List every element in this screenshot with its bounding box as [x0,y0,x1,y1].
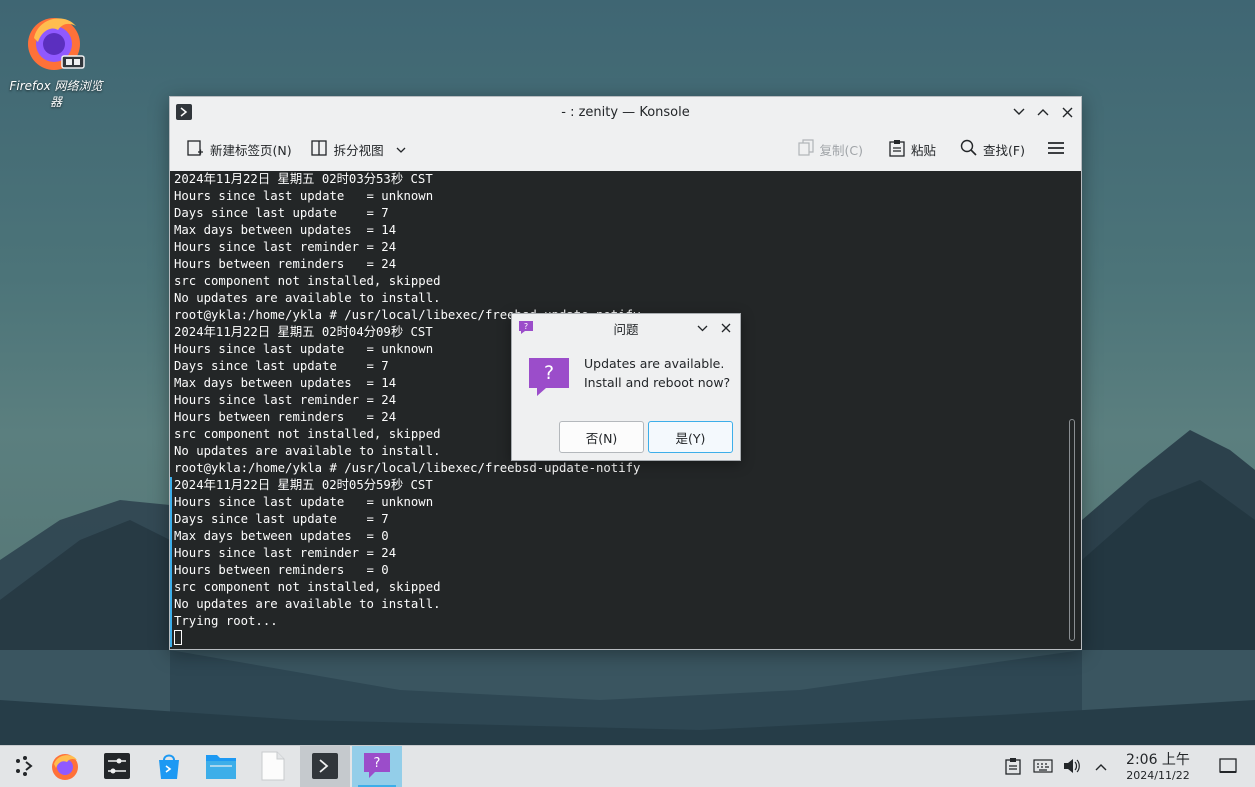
clock-time: 2:06 上午 [1126,752,1190,768]
hamburger-menu-button[interactable] [1041,134,1071,164]
taskbar: ? 2:06 上午 2024/11/22 [0,745,1255,787]
dialog-message-line1: Updates are available. [584,356,725,371]
terminal-line: Days since last update = 7 [174,512,389,526]
show-desktop-icon [1219,757,1237,777]
window-title: - : zenity — Konsole [561,104,690,120]
toolbar: 新建标签页(N) 拆分视图 复制(C) 粘贴 查找(F) [170,127,1081,171]
question-icon: ? [363,752,391,783]
folder-icon [205,752,237,783]
terminal-prompt-line [174,630,640,647]
new-tab-icon [186,139,204,160]
terminal-line: Hours since last update = unknown [174,189,434,203]
taskbar-firefox[interactable] [40,746,90,787]
terminal-line: src component not installed, skipped [174,580,441,594]
terminal-line: 2024年11月22日 星期五 02时05分59秒 CST [174,478,433,492]
firefox-icon [24,8,88,72]
keyboard-icon [1033,758,1053,776]
chevron-down-icon [396,142,406,157]
taskbar-text-editor[interactable] [248,746,298,787]
firefox-icon [50,751,80,784]
clipboard-tray-button[interactable] [1002,756,1024,778]
keyboard-layout-tray-button[interactable] [1032,756,1054,778]
dialog-title-bar[interactable]: ? 问题 [512,314,740,342]
dialog-close-button[interactable] [718,320,734,336]
terminal-icon [311,752,339,783]
terminal-line: Days since last update = 7 [174,206,389,220]
terminal-line: Hours between reminders = 0 [174,563,389,577]
minimize-button[interactable] [1010,103,1028,121]
question-dialog: ? 问题 ? Updates are available. Install an… [511,313,741,461]
text-cursor [174,630,182,645]
svg-text:?: ? [544,362,554,384]
terminal-line: No updates are available to install. [174,597,441,611]
split-view-icon [310,139,328,160]
terminal-line: Max days between updates = 0 [174,529,389,543]
taskbar-discover[interactable] [144,746,194,787]
title-bar[interactable]: - : zenity — Konsole [170,97,1081,127]
launcher-icon [12,753,38,782]
svg-text:?: ? [524,322,528,331]
selection-marker [170,477,172,647]
dialog-body: ? Updates are available. Install and reb… [512,342,740,412]
clipboard-icon [1005,757,1021,778]
desktop-icon-firefox[interactable]: Firefox 网络浏览器 [6,8,106,110]
paste-icon [889,139,905,160]
copy-button[interactable]: 复制(C) [792,134,869,164]
yes-button[interactable]: 是(Y) [648,421,733,453]
volume-icon [1063,758,1081,777]
dialog-message-line2: Install and reboot now? [584,375,731,390]
volume-tray-button[interactable] [1061,756,1083,778]
dialog-message: Updates are available. Install and reboo… [584,354,730,392]
new-tab-button[interactable]: 新建标签页(N) [180,134,298,164]
discover-icon [156,752,182,783]
svg-text:?: ? [374,756,381,771]
close-button[interactable] [1058,103,1076,121]
terminal-line: 2024年11月22日 星期五 02时03分53秒 CST [174,172,433,186]
search-icon [960,139,977,159]
chevron-up-icon [1095,760,1107,774]
question-icon-large: ? [528,356,570,398]
dialog-title: 问题 [613,321,639,337]
taskbar-konsole[interactable] [300,746,350,787]
terminal-line: root@ykla:/home/ykla # /usr/local/libexe… [174,461,641,475]
document-icon [261,751,285,784]
terminal-line: Max days between updates = 14 [174,223,397,237]
terminal-line: src component not installed, skipped [174,274,441,288]
question-icon: ? [518,320,534,335]
show-desktop-button[interactable] [1217,756,1239,778]
dialog-minimize-button[interactable] [694,320,710,336]
maximize-button[interactable] [1034,103,1052,121]
copy-icon [797,138,814,160]
tray-expand-button[interactable] [1090,756,1112,778]
find-button[interactable]: 查找(F) [954,134,1031,164]
digital-clock[interactable]: 2:06 上午 2024/11/22 [1118,752,1198,782]
no-button[interactable]: 否(N) [559,421,644,453]
desktop-icon-label: Firefox 网络浏览器 [9,79,103,109]
taskbar-dolphin[interactable] [196,746,246,787]
split-view-label: 拆分视图 [333,142,384,158]
konsole-icon [176,104,192,120]
terminal-scrollbar[interactable] [1069,419,1075,641]
clock-date: 2024/11/22 [1126,769,1190,782]
terminal-line: Trying root... [174,614,278,628]
settings-icon [103,752,131,783]
terminal-line: No updates are available to install. [174,291,441,305]
terminal-line: Hours since last update = unknown [174,495,434,509]
taskbar-system-settings[interactable] [92,746,142,787]
paste-label: 粘贴 [911,142,937,158]
taskbar-zenity[interactable]: ? [352,746,402,787]
find-label: 查找(F) [983,142,1025,158]
copy-label: 复制(C) [819,142,864,158]
terminal-line: Hours since last reminder = 24 [174,240,397,254]
terminal-line: Hours between reminders = 24 [174,257,397,271]
split-view-button[interactable]: 拆分视图 [304,134,412,164]
terminal-line: Hours since last reminder = 24 [174,546,397,560]
paste-button[interactable]: 粘贴 [883,134,942,164]
hamburger-menu-icon [1047,141,1065,158]
new-tab-label: 新建标签页(N) [210,142,292,158]
